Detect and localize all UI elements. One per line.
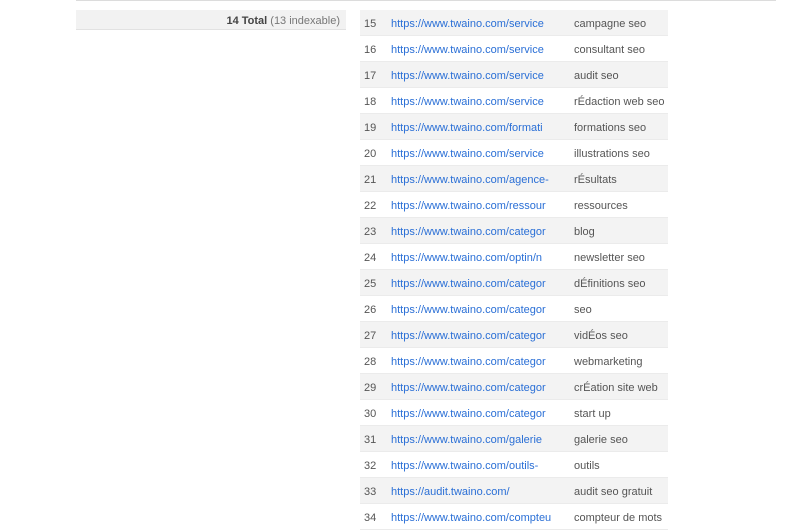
row-number: 26 — [364, 303, 377, 316]
table-row: 25 https://www.twaino.com/categor dÉfiniti… — [360, 270, 668, 296]
table-row: 15 https://www.twaino.com/service campagne… — [360, 10, 668, 36]
link-url[interactable]: https://www.twaino.com/categor — [391, 275, 574, 290]
row-number: 27 — [364, 329, 377, 342]
anchor-text: consultant seo — [574, 44, 645, 56]
link-url[interactable]: https://audit.twaino.com/ — [391, 483, 574, 498]
table-row: 19 https://www.twaino.com/formati formatio… — [360, 114, 668, 140]
anchor-text: outils — [574, 460, 600, 472]
table-row: 20 https://www.twaino.com/service illustra… — [360, 140, 668, 166]
anchor-text: rÉsultats — [574, 174, 617, 186]
link-url[interactable]: https://www.twaino.com/categor — [391, 353, 574, 368]
anchor-text: start up — [574, 408, 611, 420]
links-table: 15 https://www.twaino.com/service campagne… — [360, 10, 668, 530]
table-row: 33 https://audit.twaino.com/audit seo gra… — [360, 478, 668, 504]
row-number: 15 — [364, 17, 377, 30]
row-number: 19 — [364, 121, 377, 134]
link-url[interactable]: https://www.twaino.com/categor — [391, 379, 574, 394]
link-url[interactable]: https://www.twaino.com/service — [391, 67, 574, 82]
anchor-text: campagne seo — [574, 18, 647, 30]
anchor-text: illustrations seo — [574, 148, 650, 160]
table-row: 34 https://www.twaino.com/compteu compteur… — [360, 504, 668, 530]
table-row: 32 https://www.twaino.com/outils-outils — [360, 452, 668, 478]
link-url[interactable]: https://www.twaino.com/agence- — [391, 171, 574, 186]
anchor-text: webmarketing — [574, 356, 643, 368]
anchor-text: compteur de mots — [574, 512, 663, 524]
table-row: 24 https://www.twaino.com/optin/n newslett… — [360, 244, 668, 270]
link-url[interactable]: https://www.twaino.com/categor — [391, 405, 574, 420]
top-divider — [76, 0, 776, 1]
table-row: 21 https://www.twaino.com/agence-rÉsultat… — [360, 166, 668, 192]
table-row: 28 https://www.twaino.com/categor webmarke… — [360, 348, 668, 374]
row-number: 30 — [364, 407, 377, 420]
row-number: 33 — [364, 485, 377, 498]
row-number: 23 — [364, 225, 377, 238]
link-url[interactable]: https://www.twaino.com/categor — [391, 301, 574, 316]
anchor-text: galerie seo — [574, 434, 628, 446]
row-number: 18 — [364, 95, 377, 108]
link-url[interactable]: https://www.twaino.com/service — [391, 15, 574, 30]
row-number: 20 — [364, 147, 377, 160]
table-row: 27 https://www.twaino.com/categor vidÉos s… — [360, 322, 668, 348]
anchor-text: seo — [574, 304, 592, 316]
link-url[interactable]: https://www.twaino.com/formati — [391, 119, 574, 134]
link-url[interactable]: https://www.twaino.com/ressour — [391, 197, 574, 212]
anchor-text: vidÉos seo — [574, 330, 628, 342]
link-url[interactable]: https://www.twaino.com/galerie — [391, 431, 574, 446]
table-row: 18 https://www.twaino.com/service rÉdactio… — [360, 88, 668, 114]
table-row: 17 https://www.twaino.com/service audit se… — [360, 62, 668, 88]
row-number: 31 — [364, 433, 377, 446]
anchor-text: audit seo gratuit — [574, 486, 653, 498]
table-row: 31 https://www.twaino.com/galerie galerie … — [360, 426, 668, 452]
row-number: 17 — [364, 69, 377, 82]
link-url[interactable]: https://www.twaino.com/categor — [391, 223, 574, 238]
row-number: 34 — [364, 511, 377, 524]
link-url[interactable]: https://www.twaino.com/service — [391, 93, 574, 108]
links-summary-cell: 14 Total (13 indexable) — [76, 10, 346, 30]
row-number: 25 — [364, 277, 377, 290]
table-row: 30 https://www.twaino.com/categor start up — [360, 400, 668, 426]
link-url[interactable]: https://www.twaino.com/compteu — [391, 509, 574, 524]
anchor-text: audit seo — [574, 70, 619, 82]
total-count: 14 Total — [226, 15, 268, 27]
row-number: 21 — [364, 173, 377, 186]
row-number: 24 — [364, 251, 377, 264]
indexable-count: (13 indexable) — [270, 15, 340, 27]
table-row: 16 https://www.twaino.com/service consulta… — [360, 36, 668, 62]
anchor-text: dÉfinitions seo — [574, 278, 646, 290]
row-number: 32 — [364, 459, 377, 472]
anchor-text: blog — [574, 226, 595, 238]
anchor-text: ressources — [574, 200, 628, 212]
anchor-text: rÉdaction web seo — [574, 96, 665, 108]
table-row: 26 https://www.twaino.com/categor seo — [360, 296, 668, 322]
row-number: 29 — [364, 381, 377, 394]
row-number: 16 — [364, 43, 377, 56]
link-url[interactable]: https://www.twaino.com/service — [391, 145, 574, 160]
anchor-text: newsletter seo — [574, 252, 645, 264]
row-number: 28 — [364, 355, 377, 368]
anchor-text: crÉation site web — [574, 382, 658, 394]
link-url[interactable]: https://www.twaino.com/categor — [391, 327, 574, 342]
anchor-text: formations seo — [574, 122, 647, 134]
link-url[interactable]: https://www.twaino.com/optin/n — [391, 249, 574, 264]
table-row: 22 https://www.twaino.com/ressour ressourc… — [360, 192, 668, 218]
link-url[interactable]: https://www.twaino.com/service — [391, 41, 574, 56]
row-number: 22 — [364, 199, 377, 212]
link-url[interactable]: https://www.twaino.com/outils- — [391, 457, 574, 472]
table-row: 29 https://www.twaino.com/categor crÉation… — [360, 374, 668, 400]
table-row: 23 https://www.twaino.com/categor blog — [360, 218, 668, 244]
